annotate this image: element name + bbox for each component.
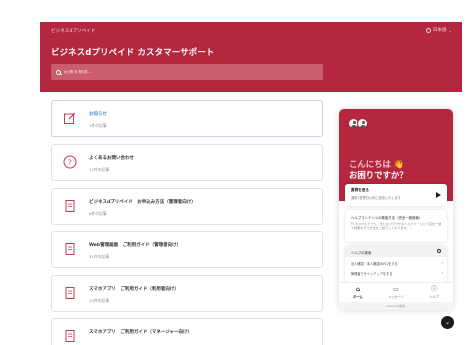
search-bar[interactable] <box>51 64 323 80</box>
category-card-announcements[interactable]: お知らせ 1件の記事 <box>51 100 323 137</box>
chevron-down-icon: ⌄ <box>444 319 451 326</box>
edit-note-icon <box>64 112 76 124</box>
category-card-application[interactable]: ビジネスdプリペイド お申込み方法（管理者向け） 6件の記事 <box>51 188 323 225</box>
category-count: 20件の記事 <box>89 298 110 303</box>
send-message-card[interactable]: 質問を送る 通常1営業日以内に返信いたします <box>345 184 447 206</box>
nav-home[interactable]: ⌂ ホーム <box>339 286 377 299</box>
category-card-app-manager[interactable]: スマホアプリ ご利用ガイド（マネージャー向け） <box>51 318 323 345</box>
nav-label: ホーム <box>353 295 363 299</box>
home-icon: ⌂ <box>355 286 361 293</box>
brand-name[interactable]: ビジネスdプリペイド <box>51 28 95 34</box>
nav-label: メッセージ <box>388 295 404 299</box>
header: ビジネスdプリペイド 日本語 ⌄ ビジネスdプリペイド カスタマーサポート <box>40 22 462 92</box>
article-excerpt: PCやスマホアプリ、またはブラウザのヘルプページにて完全一致で検索を行う方法をご… <box>351 222 442 231</box>
chevron-right-icon: › <box>441 261 443 265</box>
category-name: お知らせ <box>89 112 107 117</box>
nav-label: ヘルプ <box>429 295 439 299</box>
globe-icon <box>425 27 431 33</box>
help-icon: ⓘ <box>430 286 437 293</box>
featured-article-card[interactable]: ヘルプコンテンツの検索方法（完全一致検索） PCやスマホアプリ、またはブラウザの… <box>345 210 447 242</box>
nav-messages[interactable]: ▭ メッセージ <box>377 286 415 299</box>
avatar <box>357 118 368 129</box>
close-chat-button[interactable]: ⌄ <box>441 316 454 329</box>
search-input[interactable] <box>64 69 264 75</box>
document-icon <box>65 243 75 255</box>
nav-help[interactable]: ⓘ ヘルプ <box>415 286 453 299</box>
document-icon <box>65 287 75 299</box>
category-count: 1件の記事 <box>89 123 107 128</box>
help-search-card: ヘルプの検索 法人確認・本人確認(KYC)をする › 管理者でサインアップをする… <box>345 246 447 282</box>
language-selector[interactable]: 日本語 ⌄ <box>425 27 452 33</box>
category-card-faq[interactable]: ? よくあるお問い合わせ 12件の記事 <box>51 144 323 181</box>
article-title: ヘルプコンテンツの検索方法（完全一致検索） <box>351 216 423 220</box>
help-search-header[interactable]: ヘルプの検索 <box>345 246 447 257</box>
chat-widget[interactable]: こんにちは 👋 お困りですか？ 質問を送る 通常1営業日以内に返信いたします ヘ… <box>339 109 453 310</box>
question-icon: ? <box>63 155 77 169</box>
category-name: スマホアプリ ご利用ガイド（利用者向け） <box>89 287 179 292</box>
help-item[interactable]: 管理者でサインアップをする › <box>351 271 443 276</box>
document-icon <box>65 200 75 212</box>
help-item-label: 管理者でサインアップをする <box>351 272 393 276</box>
send-icon <box>436 192 441 198</box>
widget-footer: Intercom提供 <box>339 302 453 310</box>
help-search-title: ヘルプの検索 <box>351 250 372 255</box>
category-card-web-admin[interactable]: Web管理画面 ご利用ガイド（管理者向け） 31件の記事 <box>51 231 323 268</box>
message-title: 質問を送る <box>351 188 369 192</box>
help-item[interactable]: 法人確認・本人確認(KYC)をする › <box>351 261 443 266</box>
category-card-app-user[interactable]: スマホアプリ ご利用ガイド（利用者向け） 20件の記事 <box>51 275 323 312</box>
support-page: ビジネスdプリペイド 日本語 ⌄ ビジネスdプリペイド カスタマーサポート お知… <box>0 0 475 345</box>
category-name: ビジネスdプリペイド お申込み方法（管理者向け） <box>89 200 196 205</box>
category-name: よくあるお問い合わせ <box>89 156 134 161</box>
document-icon <box>65 330 75 342</box>
svg-text:?: ? <box>68 159 72 167</box>
chevron-down-icon: ⌄ <box>448 27 452 33</box>
widget-nav: ⌂ ホーム ▭ メッセージ ⓘ ヘルプ <box>339 282 453 302</box>
search-icon <box>437 249 441 253</box>
chevron-right-icon: › <box>441 271 443 275</box>
category-count: 6件の記事 <box>89 211 107 216</box>
page-title: ビジネスdプリペイド カスタマーサポート <box>51 47 215 57</box>
category-name: Web管理画面 ご利用ガイド（管理者向け） <box>89 243 182 248</box>
greeting-line2: お困りですか？ <box>349 170 408 180</box>
search-icon <box>56 69 61 75</box>
language-label: 日本語 <box>432 28 447 33</box>
message-icon: ▭ <box>393 286 399 293</box>
category-count: 12件の記事 <box>89 167 110 172</box>
category-name: スマホアプリ ご利用ガイド（マネージャー向け） <box>89 330 193 335</box>
help-item-label: 法人確認・本人確認(KYC)をする <box>351 262 398 266</box>
agent-avatars <box>348 118 368 129</box>
message-subtitle: 通常1営業日以内に返信いたします <box>351 196 401 200</box>
category-count: 31件の記事 <box>89 254 110 259</box>
